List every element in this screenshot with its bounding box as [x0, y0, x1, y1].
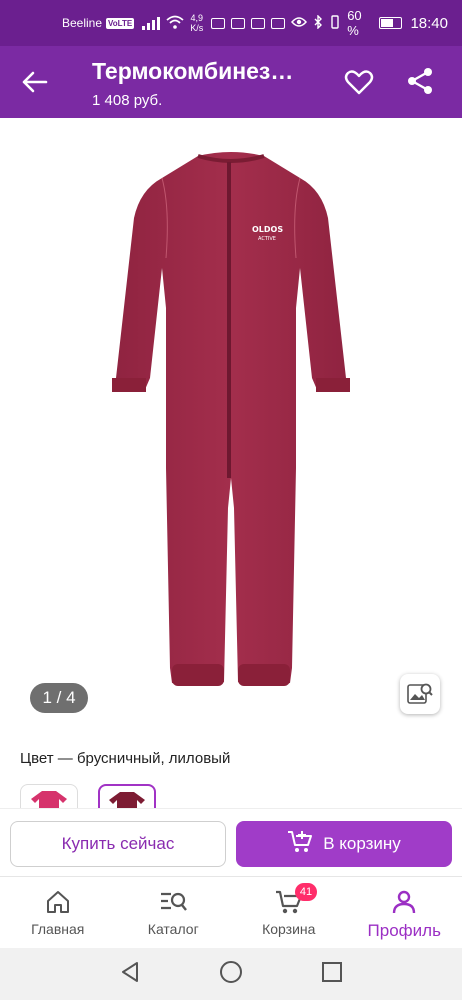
- recents-square-icon[interactable]: [321, 961, 343, 988]
- vibrate-icon: [329, 14, 341, 32]
- eye-icon: [291, 16, 308, 31]
- network-speed: 4,9 K/s: [190, 13, 204, 33]
- color-label: Цвет — брусничный, лиловый: [20, 750, 231, 767]
- notification-icon: [251, 17, 266, 29]
- nav-profile[interactable]: Профиль: [347, 877, 462, 948]
- status-bar: Beeline VoLTE 4,9 K/s 60 % 18:40: [0, 0, 462, 46]
- share-icon[interactable]: [405, 66, 435, 96]
- volte-badge: VoLTE: [106, 17, 135, 29]
- buy-bar: Купить сейчас В корзину: [0, 808, 462, 876]
- profile-icon: [392, 887, 416, 917]
- back-arrow-icon[interactable]: [20, 68, 50, 96]
- home-icon: [45, 887, 71, 917]
- notification-icon: [231, 17, 246, 29]
- clock: 18:40: [410, 14, 448, 32]
- svg-text:OLDOS!: OLDOS!: [252, 225, 284, 234]
- image-counter: 1 / 4: [30, 683, 88, 713]
- image-search-icon[interactable]: [400, 674, 440, 714]
- home-circle-icon[interactable]: [219, 960, 243, 989]
- app-bar: Термокомбинез… 1 408 руб.: [0, 46, 462, 118]
- product-price: 1 408 руб.: [92, 92, 163, 109]
- buy-now-button[interactable]: Купить сейчас: [10, 821, 226, 867]
- nav-cart-label: Корзина: [262, 921, 316, 937]
- add-to-cart-label: В корзину: [323, 834, 401, 853]
- nav-catalog[interactable]: Каталог: [116, 877, 232, 948]
- nav-profile-label: Профиль: [367, 921, 441, 940]
- catalog-icon: [159, 887, 188, 917]
- nav-catalog-label: Каталог: [147, 921, 199, 937]
- product-title: Термокомбинез…: [92, 58, 294, 84]
- battery-icon: [379, 17, 403, 29]
- carrier-name: Beeline: [62, 16, 103, 30]
- bottom-nav: Главная Каталог 41 Корзина Профиль: [0, 876, 462, 948]
- system-nav: [0, 948, 462, 1000]
- notification-icons: [211, 13, 341, 32]
- nav-home[interactable]: Главная: [0, 877, 116, 948]
- cart-badge: 41: [295, 883, 317, 901]
- nav-cart[interactable]: 41 Корзина: [231, 877, 347, 948]
- wifi-icon: [166, 15, 184, 32]
- product-gallery[interactable]: OLDOS! ACTIVE 1 / 4: [0, 118, 462, 730]
- notification-icon: [211, 17, 226, 29]
- battery-percent: 60 %: [347, 8, 362, 38]
- product-image: [112, 152, 350, 686]
- add-to-cart-button[interactable]: В корзину: [236, 821, 452, 867]
- signal-icon: [142, 16, 161, 30]
- svg-text:ACTIVE: ACTIVE: [258, 236, 276, 242]
- heart-icon[interactable]: [344, 68, 374, 96]
- bluetooth-icon: [313, 13, 323, 32]
- cart-plus-icon: [287, 830, 313, 859]
- brand-logo: OLDOS! ACTIVE: [250, 223, 287, 243]
- nav-home-label: Главная: [31, 921, 85, 937]
- back-triangle-icon[interactable]: [119, 961, 141, 988]
- notification-icon: [271, 17, 286, 29]
